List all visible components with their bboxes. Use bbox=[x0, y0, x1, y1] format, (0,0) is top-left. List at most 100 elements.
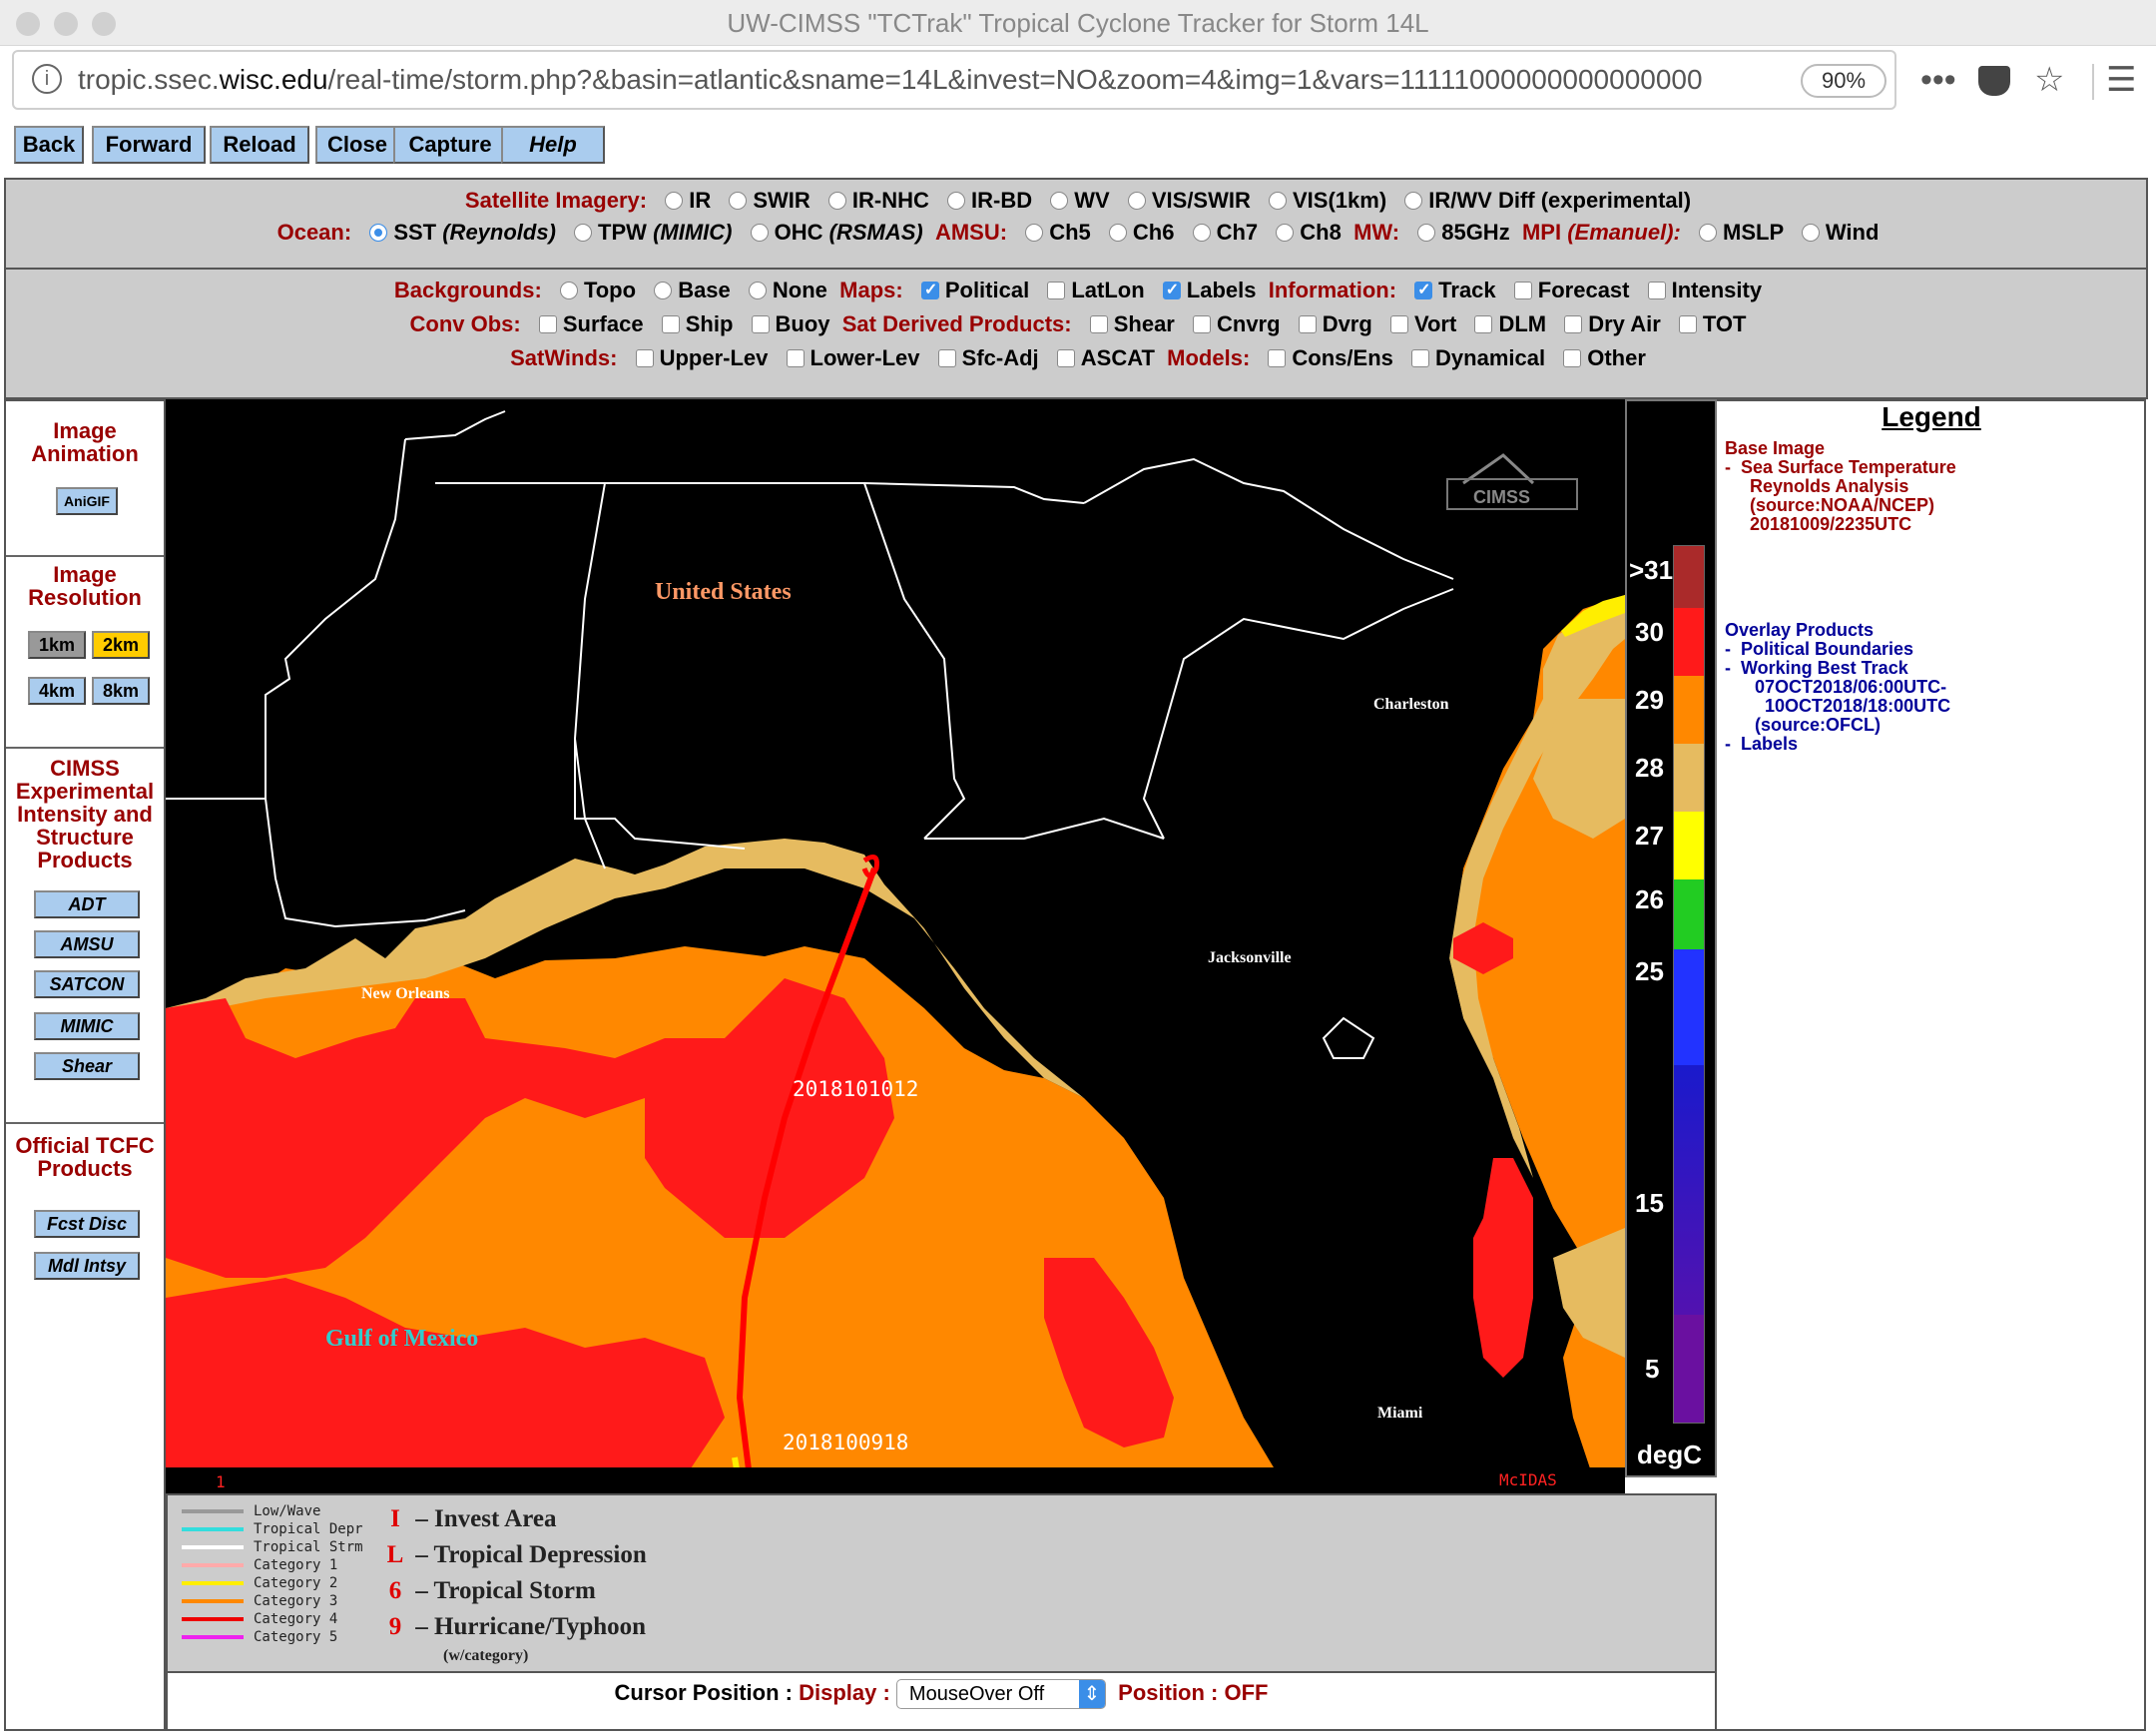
check-surface[interactable] bbox=[538, 315, 557, 333]
check-ascat[interactable] bbox=[1056, 349, 1075, 367]
opt-label: VIS/SWIR bbox=[1151, 188, 1251, 213]
radio-base[interactable] bbox=[654, 282, 673, 299]
toolbar-divider bbox=[2092, 64, 2094, 100]
mimic-button[interactable]: MIMIC bbox=[34, 1012, 140, 1040]
pocket-icon[interactable] bbox=[1978, 66, 2010, 96]
res-8km-button[interactable]: 8km bbox=[92, 677, 150, 705]
check-dlm[interactable] bbox=[1474, 315, 1493, 333]
line-swatch bbox=[182, 1635, 244, 1639]
radio-wv[interactable] bbox=[1050, 192, 1069, 210]
maps-label: Maps: bbox=[839, 278, 903, 302]
address-bar[interactable]: i tropic.ssec.wisc.edu/real-time/storm.p… bbox=[12, 50, 1896, 110]
capture-button[interactable]: Capture bbox=[393, 126, 507, 164]
radio-none[interactable] bbox=[748, 282, 767, 299]
menu-icon[interactable]: ☰ bbox=[2106, 63, 2136, 97]
radio-sst[interactable] bbox=[369, 224, 388, 242]
check-cnvrg[interactable] bbox=[1193, 315, 1211, 333]
check-dvrg[interactable] bbox=[1298, 315, 1317, 333]
check-dynamical[interactable] bbox=[1411, 349, 1430, 367]
check-political[interactable] bbox=[920, 280, 939, 299]
tick-label: 29 bbox=[1635, 685, 1664, 715]
check-latlon[interactable] bbox=[1047, 282, 1066, 299]
bookmark-star-icon[interactable]: ☆ bbox=[2034, 63, 2064, 97]
tick-label: 30 bbox=[1635, 617, 1664, 647]
check-forecast[interactable] bbox=[1513, 282, 1532, 299]
track-legend-label: Category 1 bbox=[254, 1557, 338, 1573]
radio-ch7[interactable] bbox=[1192, 224, 1211, 242]
radio-mslp[interactable] bbox=[1699, 224, 1717, 242]
label-united-states: United States bbox=[655, 579, 792, 605]
radio-tpw[interactable] bbox=[574, 224, 593, 242]
color-swatch-15 bbox=[1674, 1065, 1704, 1315]
check-shear[interactable] bbox=[1089, 315, 1108, 333]
color-swatch-27 bbox=[1674, 812, 1704, 879]
track-legend-label: Low/Wave bbox=[254, 1503, 321, 1519]
opt-source: (RSMAS) bbox=[828, 220, 923, 245]
check-labels[interactable] bbox=[1162, 280, 1181, 299]
check-tot[interactable] bbox=[1678, 315, 1697, 333]
check-other[interactable] bbox=[1563, 349, 1582, 367]
satellite-row: Satellite Imagery: IR SWIR IR-NHC IR-BD … bbox=[6, 188, 2150, 214]
color-swatch-26 bbox=[1674, 879, 1704, 949]
track-legend-label: Tropical Strm bbox=[254, 1539, 363, 1555]
back-button[interactable]: Back bbox=[14, 126, 84, 164]
radio-vis-swir[interactable] bbox=[1127, 192, 1146, 210]
mouseover-select[interactable]: MouseOver Off bbox=[895, 1679, 1106, 1710]
radio-ch6[interactable] bbox=[1108, 224, 1127, 242]
anigif-button[interactable]: AniGIF bbox=[56, 487, 118, 515]
check-ship[interactable] bbox=[661, 315, 680, 333]
amsu-label: AMSU: bbox=[934, 220, 1008, 245]
radio-wind[interactable] bbox=[1801, 224, 1820, 242]
res-1km-button[interactable]: 1km bbox=[28, 631, 86, 659]
shear-button[interactable]: Shear bbox=[34, 1052, 140, 1080]
radio-ir-bd[interactable] bbox=[947, 192, 966, 210]
check-track[interactable] bbox=[1414, 280, 1433, 299]
res-2km-button[interactable]: 2km bbox=[92, 631, 150, 659]
radio-ch8[interactable] bbox=[1276, 224, 1295, 242]
check-cons-ens[interactable] bbox=[1268, 349, 1287, 367]
url-text[interactable]: tropic.ssec.wisc.edu/real-time/storm.php… bbox=[78, 64, 1775, 96]
track-legend-row: Category 1 bbox=[182, 1557, 337, 1573]
more-icon[interactable]: ••• bbox=[1920, 63, 1956, 97]
reload-button[interactable]: Reload bbox=[210, 126, 309, 164]
backgrounds-row: Backgrounds: Topo Base None Maps: Politi… bbox=[6, 278, 2150, 303]
map-canvas: United States Gulf of Mexico Charleston … bbox=[166, 399, 1625, 1493]
storm-symbol-icon: 6 bbox=[388, 1577, 402, 1604]
check-buoy[interactable] bbox=[751, 315, 770, 333]
line-swatch bbox=[182, 1545, 244, 1549]
check-vort[interactable] bbox=[1389, 315, 1408, 333]
radio-ohc[interactable] bbox=[750, 224, 769, 242]
mdl-intsy-button[interactable]: Mdl Intsy bbox=[34, 1252, 140, 1280]
sst-map[interactable]: United States Gulf of Mexico Charleston … bbox=[166, 399, 1625, 1493]
radio-ir-nhc[interactable] bbox=[827, 192, 846, 210]
info-icon[interactable]: i bbox=[32, 64, 62, 94]
tick-label: 15 bbox=[1635, 1188, 1664, 1218]
forward-button[interactable]: Forward bbox=[92, 126, 206, 164]
check-dry-air[interactable] bbox=[1564, 315, 1583, 333]
map-status-strip bbox=[166, 1467, 1625, 1493]
radio-ir[interactable] bbox=[665, 192, 684, 210]
help-button[interactable]: Help bbox=[501, 126, 605, 164]
radio-vis-1km[interactable] bbox=[1269, 192, 1287, 210]
radio-ch5[interactable] bbox=[1025, 224, 1044, 242]
check-sfc-adj[interactable] bbox=[937, 349, 956, 367]
close-button[interactable]: Close bbox=[315, 126, 399, 164]
radio-ir-wv-diff[interactable] bbox=[1404, 192, 1423, 210]
radio-85ghz[interactable] bbox=[1417, 224, 1436, 242]
color-swatch-31 bbox=[1674, 546, 1704, 608]
check-lower-lev[interactable] bbox=[786, 349, 805, 367]
zoom-level[interactable]: 90% bbox=[1801, 64, 1886, 98]
opt-label: Wind bbox=[1825, 220, 1880, 245]
radio-swir[interactable] bbox=[729, 192, 748, 210]
check-upper-lev[interactable] bbox=[635, 349, 654, 367]
satcon-button[interactable]: SATCON bbox=[34, 970, 140, 998]
res-4km-button[interactable]: 4km bbox=[28, 677, 86, 705]
adt-button[interactable]: ADT bbox=[34, 890, 140, 918]
amsu-button[interactable]: AMSU bbox=[34, 930, 140, 958]
opt-label: Upper-Lev bbox=[659, 345, 769, 370]
url-path: /real-time/storm.php?&basin=atlantic&sna… bbox=[327, 64, 1703, 95]
fcst-disc-button[interactable]: Fcst Disc bbox=[34, 1210, 140, 1238]
check-intensity[interactable] bbox=[1647, 282, 1666, 299]
radio-topo[interactable] bbox=[559, 282, 578, 299]
legend-base-line: (source:NOAA/NCEP) bbox=[1725, 495, 1935, 515]
